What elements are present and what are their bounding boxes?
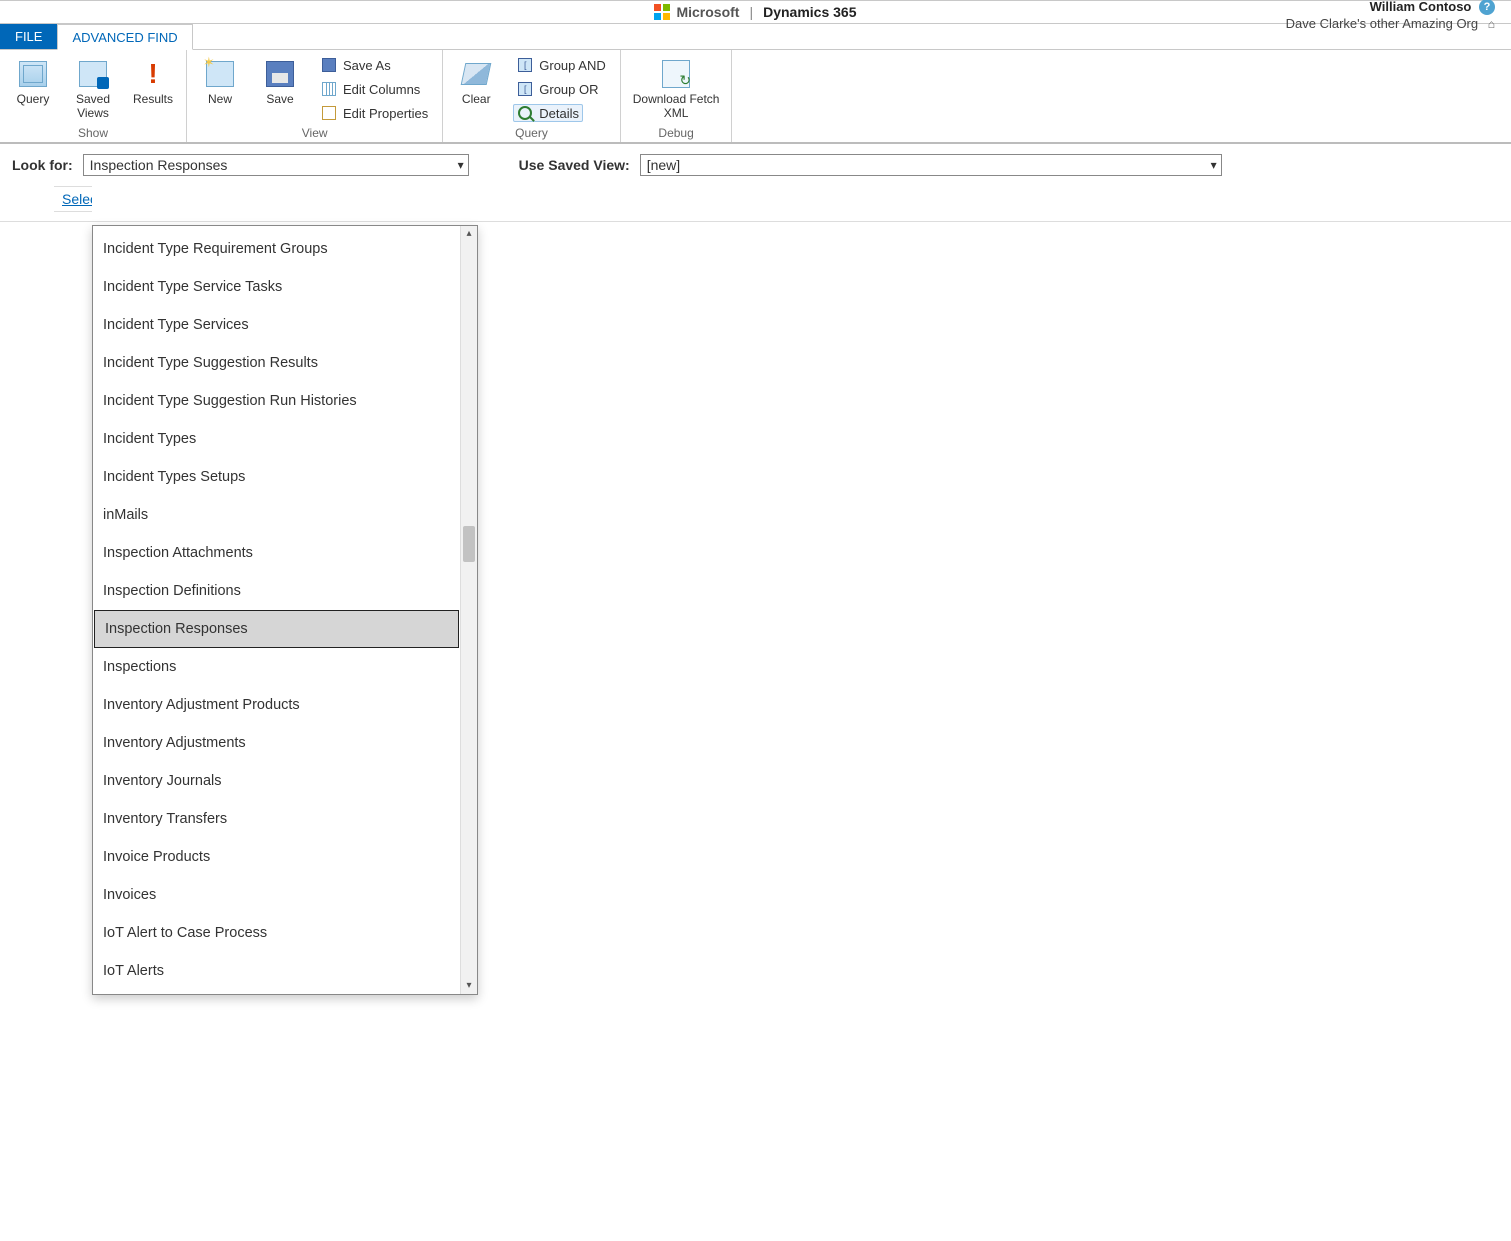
results-button[interactable]: ! Results <box>130 56 176 108</box>
dropdown-item[interactable]: Incident Type Requirement Groups <box>93 230 460 268</box>
ribbon-group-debug: Download Fetch XML Debug <box>621 50 733 142</box>
clear-label: Clear <box>462 92 491 106</box>
details-button[interactable]: Details <box>513 104 583 122</box>
saved-views-icon <box>79 61 107 87</box>
group-or-label: Group OR <box>539 82 598 97</box>
dropdown-item[interactable]: Inspection Definitions <box>93 572 460 610</box>
dropdown-item[interactable]: Incident Types Setups <box>93 458 460 496</box>
save-icon <box>266 61 294 87</box>
dropdown-item[interactable]: IoT Alert to Case Process <box>93 914 460 952</box>
group-label-query: Query <box>515 126 548 140</box>
dropdown-item[interactable]: IoT Alerts <box>93 952 460 990</box>
look-for-value: Inspection Responses <box>90 157 228 173</box>
saved-view-value: [new] <box>647 157 680 173</box>
look-for-dropdown: Incident Type Requirement GroupsIncident… <box>92 225 478 995</box>
scroll-thumb[interactable] <box>463 526 475 562</box>
user-block: William Contoso ? Dave Clarke's other Am… <box>1286 0 1495 33</box>
look-for-combo[interactable]: Inspection Responses ▾ <box>83 154 469 176</box>
dropdown-item[interactable]: Incident Type Suggestion Run Histories <box>93 382 460 420</box>
new-label: New <box>208 92 232 106</box>
dropdown-item[interactable]: Inventory Adjustment Products <box>93 686 460 724</box>
group-label-view: View <box>302 126 328 140</box>
edit-properties-button[interactable]: Edit Properties <box>317 104 432 122</box>
details-label: Details <box>539 106 579 121</box>
save-as-button[interactable]: Save As <box>317 56 395 74</box>
dropdown-list[interactable]: Incident Type Requirement GroupsIncident… <box>93 226 460 994</box>
ribbon-group-query: Clear [ Group AND [ Group OR Details Que… <box>443 50 620 142</box>
dropdown-item[interactable]: Inventory Journals <box>93 762 460 800</box>
edit-columns-button[interactable]: Edit Columns <box>317 80 424 98</box>
save-button[interactable]: Save <box>257 56 303 108</box>
scroll-down-arrow-icon[interactable]: ▾ <box>461 978 477 994</box>
dropdown-item[interactable]: Inventory Transfers <box>93 800 460 838</box>
edit-properties-label: Edit Properties <box>343 106 428 121</box>
query-button[interactable]: Query <box>10 56 56 108</box>
group-and-icon: [ <box>518 58 532 72</box>
properties-icon <box>322 106 336 120</box>
dropdown-item[interactable]: Incident Type Services <box>93 306 460 344</box>
user-name: William Contoso <box>1370 0 1472 16</box>
eraser-icon <box>461 63 492 85</box>
select-link[interactable]: Select <box>54 186 92 212</box>
chevron-down-icon: ▾ <box>1211 158 1217 172</box>
ribbon: Query Saved Views ! Results Show New Sav… <box>0 50 1511 144</box>
saved-view-combo[interactable]: [new] ▾ <box>640 154 1222 176</box>
chevron-down-icon: ▾ <box>458 158 464 172</box>
query-bar: Look for: Inspection Responses ▾ Use Sav… <box>0 144 1511 182</box>
top-bar: Microsoft | Dynamics 365 William Contoso… <box>0 0 1511 24</box>
new-icon <box>206 61 234 87</box>
disk-small-icon <box>322 58 336 72</box>
dropdown-item[interactable]: Incident Type Service Tasks <box>93 268 460 306</box>
magnifier-icon <box>518 106 532 120</box>
grid-icon <box>19 61 47 87</box>
download-fetch-label: Download Fetch XML <box>633 92 720 120</box>
saved-views-label: Saved Views <box>76 92 110 120</box>
results-label: Results <box>133 92 173 106</box>
look-for-label: Look for: <box>12 157 73 173</box>
brand-block: Microsoft | Dynamics 365 <box>654 4 856 20</box>
saved-view-label: Use Saved View: <box>519 157 630 173</box>
query-label: Query <box>17 92 50 106</box>
new-button[interactable]: New <box>197 56 243 108</box>
tab-row: FILE ADVANCED FIND <box>0 24 1511 50</box>
exclamation-icon: ! <box>148 60 157 88</box>
tab-advanced-find[interactable]: ADVANCED FIND <box>57 24 192 50</box>
download-fetch-xml-button[interactable]: Download Fetch XML <box>631 56 722 122</box>
microsoft-logo-icon <box>654 4 670 20</box>
org-name: Dave Clarke's other Amazing Org <box>1286 16 1479 31</box>
group-or-icon: [ <box>518 82 532 96</box>
home-icon[interactable]: ⌂ <box>1488 17 1495 33</box>
dropdown-item[interactable]: Incident Types <box>93 420 460 458</box>
microsoft-label: Microsoft <box>676 4 739 20</box>
clear-button[interactable]: Clear <box>453 56 499 108</box>
group-and-label: Group AND <box>539 58 605 73</box>
dropdown-item[interactable]: Inspection Responses <box>94 610 459 648</box>
product-label: Dynamics 365 <box>763 4 856 20</box>
group-label-show: Show <box>78 126 108 140</box>
group-or-button[interactable]: [ Group OR <box>513 80 602 98</box>
scroll-up-arrow-icon[interactable]: ▴ <box>461 226 477 242</box>
columns-icon <box>322 82 336 96</box>
ribbon-group-view: New Save Save As Edit Columns Edit Prope… <box>187 50 443 142</box>
saved-views-button[interactable]: Saved Views <box>70 56 116 122</box>
tab-file[interactable]: FILE <box>0 23 57 49</box>
dropdown-item[interactable]: Inspection Attachments <box>93 534 460 572</box>
ribbon-group-show: Query Saved Views ! Results Show <box>0 50 187 142</box>
group-and-button[interactable]: [ Group AND <box>513 56 609 74</box>
fetch-xml-icon <box>662 60 690 88</box>
dropdown-item[interactable]: Invoice Products <box>93 838 460 876</box>
save-label: Save <box>266 92 293 106</box>
dropdown-scrollbar[interactable]: ▴ ▾ <box>460 226 477 994</box>
dropdown-item[interactable]: Inspections <box>93 648 460 686</box>
edit-columns-label: Edit Columns <box>343 82 420 97</box>
divider-line <box>0 221 1511 222</box>
dropdown-item[interactable]: Inventory Adjustments <box>93 724 460 762</box>
dropdown-item[interactable]: Incident Type Suggestion Results <box>93 344 460 382</box>
dropdown-item[interactable]: inMails <box>93 496 460 534</box>
dropdown-item[interactable]: Invoices <box>93 876 460 914</box>
help-icon[interactable]: ? <box>1479 0 1495 15</box>
group-label-debug: Debug <box>658 126 693 140</box>
brand-divider: | <box>749 4 753 20</box>
save-as-label: Save As <box>343 58 391 73</box>
